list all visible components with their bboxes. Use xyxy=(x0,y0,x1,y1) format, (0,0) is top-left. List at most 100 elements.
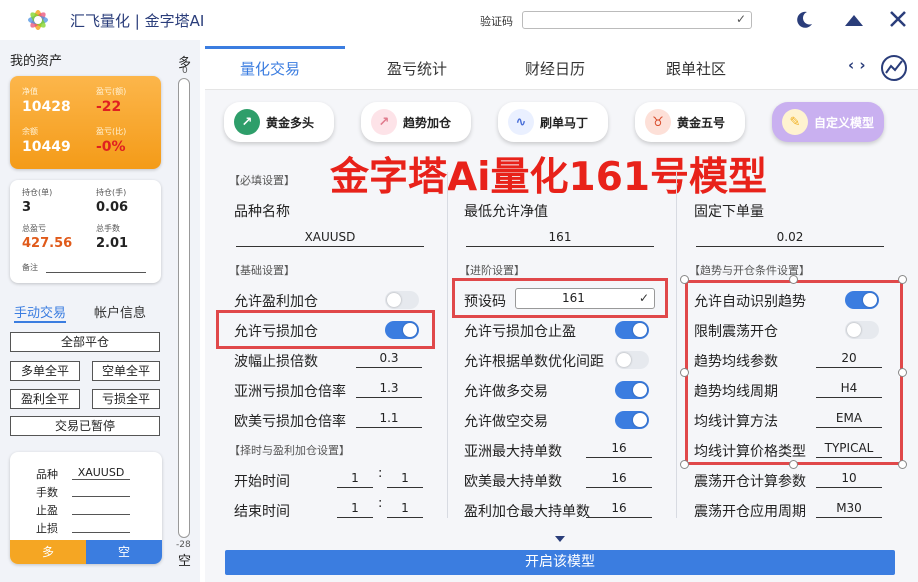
collapse-up-icon[interactable] xyxy=(843,11,865,29)
resize-handle[interactable] xyxy=(898,460,907,469)
loss-stop-toggle[interactable] xyxy=(615,321,649,339)
range-param-field[interactable]: 10 xyxy=(816,470,882,488)
start-hour-field[interactable]: 1 xyxy=(337,470,373,488)
resize-handle[interactable] xyxy=(789,275,798,284)
strategy-custom-model[interactable]: ✎ 自定义模型 xyxy=(772,102,884,142)
app-title: 汇飞量化 | 金字塔AI xyxy=(70,12,205,30)
net-value: 10428 xyxy=(22,99,71,115)
range-param-label: 震荡开仓计算参数 xyxy=(694,474,806,490)
end-hour-field[interactable]: 1 xyxy=(337,500,373,518)
optimize-toggle[interactable] xyxy=(615,351,649,369)
chart-up-icon: ↗ xyxy=(234,109,260,135)
end-time-label: 结束时间 xyxy=(234,504,290,520)
resize-handle[interactable] xyxy=(898,368,907,377)
ma-method-label: 均线计算方法 xyxy=(694,414,778,430)
ma-period-field[interactable]: H4 xyxy=(816,380,882,398)
resize-handle[interactable] xyxy=(680,368,689,377)
total-pl-value: 427.56 xyxy=(22,236,73,251)
allow-long-label: 允许做多交易 xyxy=(464,384,548,400)
start-minute-field[interactable]: 1 xyxy=(387,470,423,488)
close-long-button[interactable]: 多单全平 xyxy=(10,361,80,381)
allow-loss-add-toggle[interactable] xyxy=(385,321,419,339)
position-scrollbar[interactable] xyxy=(178,78,190,538)
order-sl-field[interactable] xyxy=(72,532,130,533)
asia-max-label: 亚洲最大持单数 xyxy=(464,444,562,460)
preset-code-select[interactable]: 161 ✓ xyxy=(515,288,655,309)
order-tp-label: 止盈 xyxy=(36,504,58,517)
scroll-bottom-value: -28 xyxy=(176,540,191,550)
section-basic: 【基础设置】 xyxy=(229,264,295,277)
close-all-button[interactable]: 全部平仓 xyxy=(10,332,160,352)
pl-value: -22 xyxy=(96,99,122,115)
order-sl-label: 止损 xyxy=(36,522,58,535)
allow-long-toggle[interactable] xyxy=(615,381,649,399)
range-period-field[interactable]: M30 xyxy=(816,500,882,518)
resize-handle[interactable] xyxy=(680,275,689,284)
resize-handle[interactable] xyxy=(680,460,689,469)
buy-button[interactable]: 多 xyxy=(10,540,86,564)
profit-max-label: 盈利加仓最大持单数 xyxy=(464,504,590,520)
close-profit-button[interactable]: 盈利全平 xyxy=(10,389,80,409)
fixed-lot-field[interactable]: 0.02 xyxy=(696,229,884,247)
note-field[interactable] xyxy=(46,272,146,273)
resize-handle[interactable] xyxy=(789,460,798,469)
symbol-name-field[interactable]: XAUUSD xyxy=(236,229,424,247)
tab-copy-community[interactable]: 跟单社区 xyxy=(666,58,726,79)
wave-icon: ∿ xyxy=(508,109,534,135)
time-colon: : xyxy=(378,466,383,481)
pos-label: 持仓(单) xyxy=(22,188,53,197)
preset-code-label: 预设码 xyxy=(464,294,506,310)
strategy-martingale[interactable]: ∿ 刷单马丁 xyxy=(498,102,608,142)
pos-value: 3 xyxy=(22,200,32,215)
end-minute-field[interactable]: 1 xyxy=(387,500,423,518)
chart-toggle-icon[interactable] xyxy=(880,54,908,82)
tab-pl-stats[interactable]: 盈亏统计 xyxy=(387,58,447,79)
min-equity-field[interactable]: 161 xyxy=(466,229,654,247)
close-short-button[interactable]: 空单全平 xyxy=(92,361,160,381)
allow-profit-add-toggle[interactable] xyxy=(385,291,419,309)
sell-button[interactable]: 空 xyxy=(86,540,162,564)
trading-paused-button[interactable]: 交易已暂停 xyxy=(10,416,160,436)
resize-handle[interactable] xyxy=(898,275,907,284)
tab-scroll-arrows[interactable]: ‹ › xyxy=(848,56,866,74)
allow-short-toggle[interactable] xyxy=(615,411,649,429)
asia-mult-field[interactable]: 1.3 xyxy=(356,380,422,398)
start-model-button[interactable]: 开启该模型 xyxy=(225,550,895,575)
close-loss-button[interactable]: 亏损全平 xyxy=(92,389,160,409)
order-symbol-label: 品种 xyxy=(36,468,58,481)
captcha-select[interactable]: ✓ xyxy=(522,11,752,29)
auto-trend-toggle[interactable] xyxy=(845,291,879,309)
ma-price-field[interactable]: TYPICAL xyxy=(816,440,882,458)
main-tabs: 量化交易 盈亏统计 财经日历 跟单社区 ‹ › xyxy=(205,46,918,90)
note-label: 备注 xyxy=(22,263,38,272)
lots-label: 持仓(手) xyxy=(96,188,127,197)
ma-method-field[interactable]: EMA xyxy=(816,410,882,428)
limit-range-toggle[interactable] xyxy=(845,321,879,339)
strategy-trend-add[interactable]: ↗ 趋势加仓 xyxy=(361,102,471,142)
tab-account-info[interactable]: 帐户信息 xyxy=(94,302,146,321)
ma-param-field[interactable]: 20 xyxy=(816,350,882,368)
moon-icon[interactable] xyxy=(793,9,815,31)
order-tp-field[interactable] xyxy=(72,514,130,515)
equity-card: 净值 10428 盈亏(额) -22 余额 10449 盈亏(比) -0% xyxy=(10,76,161,169)
eu-mult-field[interactable]: 1.1 xyxy=(356,410,422,428)
strategy-gold-long[interactable]: ↗ 黄金多头 xyxy=(224,102,334,142)
strategy-gold-five[interactable]: ♉ 黄金五号 xyxy=(635,102,745,142)
tab-quant-trading[interactable]: 量化交易 xyxy=(240,58,300,79)
tab-manual-trading[interactable]: 手动交易 xyxy=(14,302,67,323)
tab-econ-calendar[interactable]: 财经日历 xyxy=(525,58,585,79)
close-icon[interactable] xyxy=(888,9,908,29)
auto-trend-label: 允许自动识别趋势 xyxy=(694,294,806,310)
profit-max-field[interactable]: 16 xyxy=(586,500,652,518)
expand-down-icon[interactable] xyxy=(553,534,567,544)
app-logo-icon xyxy=(28,10,48,30)
start-time-label: 开始时间 xyxy=(234,474,290,490)
order-symbol-field[interactable]: XAUUSD xyxy=(72,466,130,480)
position-card: 持仓(单) 3 持仓(手) 0.06 总盈亏 427.56 总手数 2.01 备… xyxy=(10,180,161,283)
eu-max-field[interactable]: 16 xyxy=(586,470,652,488)
wave-sl-field[interactable]: 0.3 xyxy=(356,350,422,368)
asia-max-field[interactable]: 16 xyxy=(586,440,652,458)
order-lots-field[interactable] xyxy=(72,496,130,497)
total-lots-value: 2.01 xyxy=(96,236,129,251)
section-required: 【必填设置】 xyxy=(229,174,295,187)
